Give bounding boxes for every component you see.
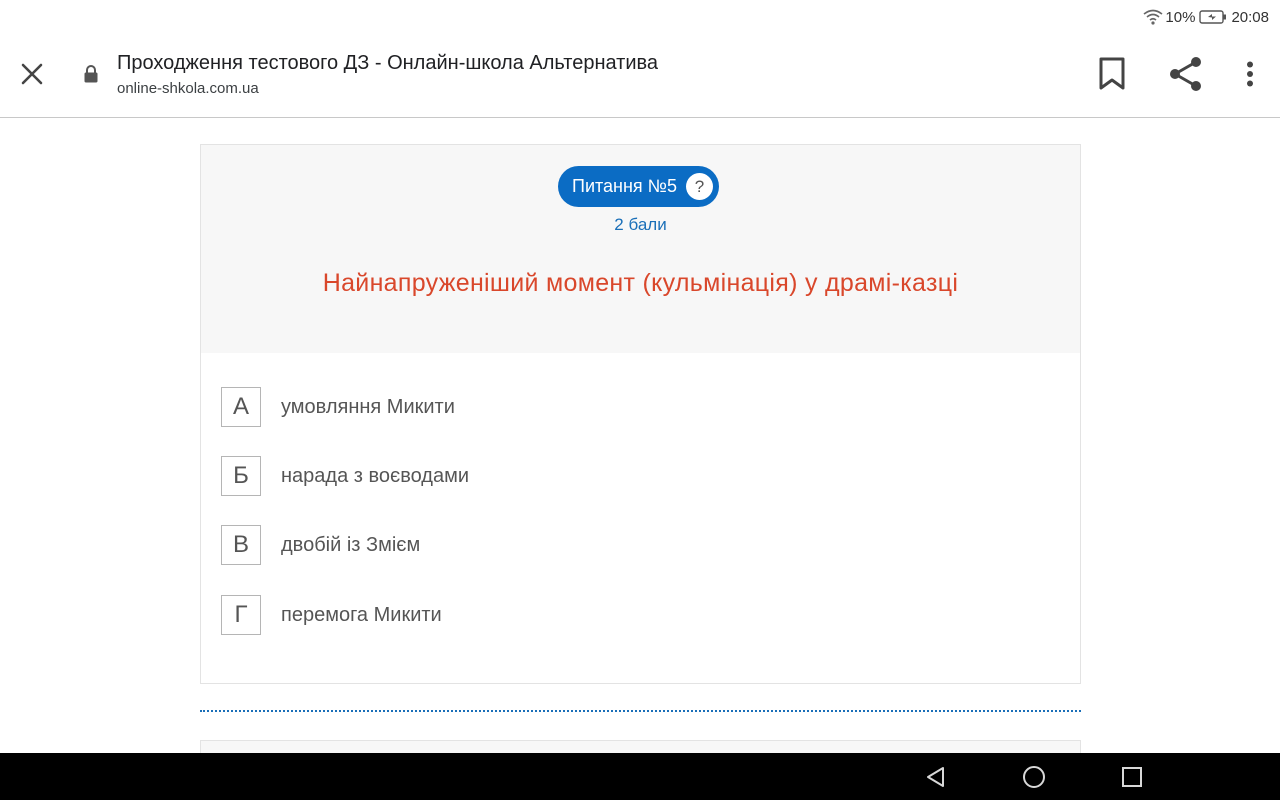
recents-square-icon	[1122, 767, 1142, 787]
more-vertical-icon	[1247, 61, 1253, 87]
more-options-button[interactable]	[1232, 54, 1268, 94]
status-time: 20:08	[1231, 8, 1269, 26]
question-text: Найнапруженіший момент (кульмінація) у д…	[322, 269, 959, 297]
question-number-badge: Питання №5 ?	[558, 166, 719, 207]
answer-label: двобій із Змієм	[281, 533, 421, 556]
answer-option-d[interactable]: Г перемога Микити	[221, 595, 442, 635]
next-question-card	[200, 740, 1081, 753]
page-url[interactable]: online-shkola.com.ua	[117, 80, 259, 97]
bookmark-button[interactable]	[1094, 54, 1130, 94]
answer-option-c[interactable]: В двобій із Змієм	[221, 525, 420, 565]
battery-icon	[1199, 10, 1227, 24]
answer-option-a[interactable]: А умовляння Микити	[221, 387, 455, 427]
question-number-label: Питання №5	[572, 176, 677, 196]
bookmark-icon	[1099, 57, 1125, 90]
back-triangle-icon	[927, 767, 944, 787]
share-icon	[1170, 57, 1201, 91]
help-icon[interactable]: ?	[686, 173, 713, 200]
answer-label: нарада з воєводами	[281, 464, 470, 487]
status-bar: 10% 20:08	[0, 0, 1280, 32]
close-tab-button[interactable]	[14, 56, 50, 92]
question-card: Питання №5 ? 2 бали Найнапруженіший моме…	[200, 144, 1081, 684]
answer-letter-box[interactable]: Г	[221, 595, 261, 635]
page-title: Проходження тестового ДЗ - Онлайн-школа …	[117, 52, 659, 74]
status-indicators: 10% 20:08	[1143, 7, 1269, 27]
battery-percent: 10%	[1165, 8, 1196, 26]
nav-recents-button[interactable]	[1118, 763, 1146, 791]
close-icon	[21, 63, 43, 85]
system-navigation-bar	[0, 753, 1280, 800]
wifi-icon	[1143, 9, 1163, 25]
question-header: Питання №5 ? 2 бали Найнапруженіший моме…	[201, 145, 1080, 353]
answer-letter-box[interactable]: А	[221, 387, 261, 427]
answer-letter-box[interactable]: Б	[221, 456, 261, 496]
lock-icon	[84, 65, 98, 83]
question-points: 2 бали	[614, 215, 667, 234]
share-button[interactable]	[1166, 54, 1206, 94]
question-separator	[200, 710, 1081, 712]
web-content: Питання №5 ? 2 бали Найнапруженіший моме…	[0, 118, 1280, 753]
home-circle-icon	[1023, 766, 1045, 788]
answer-letter-box[interactable]: В	[221, 525, 261, 565]
nav-back-button[interactable]	[922, 763, 950, 791]
browser-toolbar: Проходження тестового ДЗ - Онлайн-школа …	[0, 32, 1280, 118]
answer-option-b[interactable]: Б нарада з воєводами	[221, 456, 469, 496]
nav-home-button[interactable]	[1020, 763, 1048, 791]
answer-label: перемога Микити	[281, 603, 442, 626]
answer-label: умовляння Микити	[281, 395, 455, 418]
